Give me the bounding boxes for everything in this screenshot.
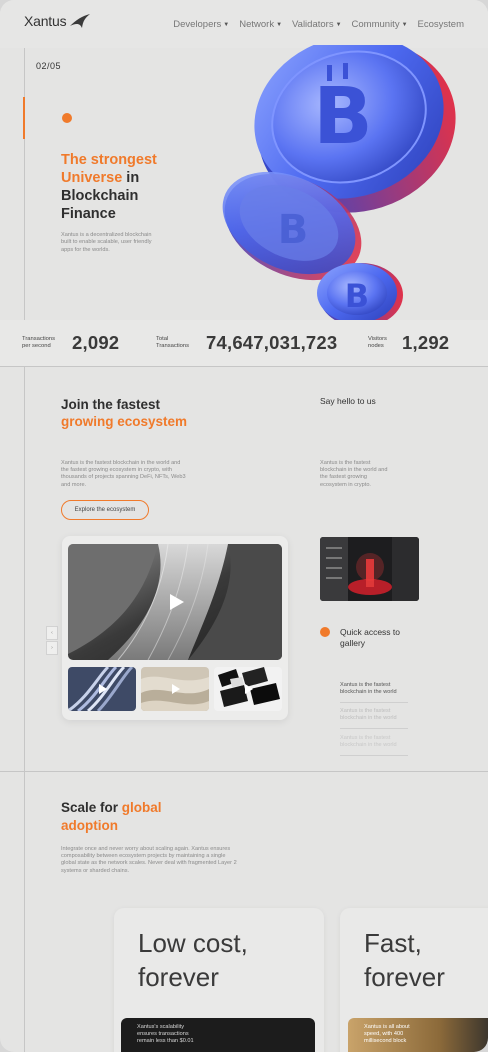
nav-validators[interactable]: Validators ▼ bbox=[292, 19, 342, 30]
caret-down-icon: ▼ bbox=[276, 21, 283, 28]
left-guide-line bbox=[24, 366, 25, 1052]
nav-network[interactable]: Network ▼ bbox=[239, 19, 282, 30]
nav-developers-label: Developers bbox=[173, 19, 222, 30]
divider bbox=[0, 771, 488, 772]
stat-label: Total Transactions bbox=[156, 336, 189, 349]
gallery-list-item[interactable]: Xantus is the fastest blockchain in the … bbox=[340, 708, 408, 729]
nav-developers[interactable]: Developers ▼ bbox=[173, 19, 229, 30]
stat-tps: Transactions per second 2,092 bbox=[22, 320, 119, 366]
logo-swoosh-icon bbox=[70, 14, 91, 28]
gallery-list-item[interactable]: Xantus is the fastest blockchain in the … bbox=[340, 682, 408, 703]
ecosystem-title: Join the fastest growing ecosystem bbox=[61, 396, 211, 430]
stat-value: 1,292 bbox=[402, 332, 450, 353]
feature-text: Xantus is all about speed, with 400 mill… bbox=[364, 1024, 410, 1044]
say-hello-description: Xantus is the fastest blockchain in the … bbox=[320, 460, 388, 488]
main-nav: Developers ▼ Network ▼ Validators ▼ Comm… bbox=[173, 19, 464, 30]
quick-access-gallery-link[interactable]: Quick access to gallery bbox=[340, 627, 410, 648]
chevron-right-icon: › bbox=[51, 645, 53, 651]
explore-ecosystem-button[interactable]: Explore the ecosystem bbox=[61, 500, 149, 520]
stat-visitor-nodes: Visitors nodes 1,292 bbox=[368, 320, 449, 366]
nav-community-label: Community bbox=[351, 19, 400, 30]
divider bbox=[0, 366, 488, 367]
ecosystem-title-accent: growing ecosystem bbox=[61, 414, 188, 429]
video-thumbnail[interactable] bbox=[68, 667, 136, 711]
left-guide-line bbox=[24, 48, 25, 320]
gallery-prev-button[interactable]: ‹ bbox=[46, 626, 58, 640]
stat-value: 2,092 bbox=[72, 332, 120, 353]
active-slide-indicator bbox=[23, 97, 25, 139]
svg-text:B: B bbox=[278, 207, 309, 253]
bitcoin-coins-illustration: B B B bbox=[222, 45, 456, 321]
feature-title: Fast, forever bbox=[364, 928, 445, 992]
scale-description: Integrate once and never worry about sca… bbox=[61, 846, 237, 874]
nav-validators-label: Validators bbox=[292, 19, 334, 30]
svg-text:B: B bbox=[313, 72, 372, 162]
feature-title: Low cost, forever bbox=[138, 928, 248, 992]
hero-description: Xantus is a decentralized blockchain bui… bbox=[61, 232, 152, 253]
caret-down-icon: ▼ bbox=[223, 21, 230, 28]
video-thumbnail[interactable] bbox=[141, 667, 209, 711]
nav-community[interactable]: Community ▼ bbox=[352, 19, 408, 30]
scale-title: Scale for global adoption bbox=[61, 799, 221, 835]
play-icon bbox=[245, 684, 253, 694]
say-hello-title: Say hello to us bbox=[320, 396, 376, 406]
stat-total-transactions: Total Transactions 74,647,031,723 bbox=[156, 320, 337, 366]
stat-label: Transactions per second bbox=[22, 336, 55, 349]
feature-card-low-cost: Low cost, forever Xantus's scalability e… bbox=[114, 908, 324, 1052]
chevron-left-icon: ‹ bbox=[51, 630, 53, 636]
landing-page: Xantus Developers ▼ Network ▼ Validators… bbox=[0, 0, 488, 1052]
gallery-arrows: ‹ › bbox=[46, 626, 58, 656]
caret-down-icon: ▼ bbox=[401, 21, 408, 28]
scale-title-plain: Scale for bbox=[61, 800, 122, 815]
feature-card-fast: Fast, forever Xantus is all about speed,… bbox=[340, 908, 488, 1052]
caret-down-icon: ▼ bbox=[335, 21, 342, 28]
logo-text: Xantus bbox=[24, 13, 67, 29]
video-thumbnail[interactable] bbox=[214, 667, 282, 711]
accent-dot bbox=[62, 113, 72, 123]
gallery-next-button[interactable]: › bbox=[46, 641, 58, 655]
stat-label: Visitors nodes bbox=[368, 336, 387, 349]
ecosystem-description: Xantus is the fastest blockchain in the … bbox=[61, 460, 186, 488]
hero-title: The strongest Universe in Blockchain Fin… bbox=[61, 151, 191, 223]
svg-text:B: B bbox=[345, 277, 369, 315]
feature-media: Xantus's scalability ensures transaction… bbox=[121, 1018, 315, 1052]
nav-ecosystem[interactable]: Ecosystem bbox=[418, 19, 464, 30]
accent-dot bbox=[320, 627, 330, 637]
bitcoin-coin-small: B bbox=[317, 263, 403, 321]
feature-text: Xantus's scalability ensures transaction… bbox=[137, 1024, 194, 1044]
gallery-list-item[interactable]: Xantus is the fastest blockchain in the … bbox=[340, 735, 408, 756]
slide-counter: 02/05 bbox=[36, 61, 62, 71]
top-header: Xantus Developers ▼ Network ▼ Validators… bbox=[0, 0, 488, 48]
gallery-preview-image[interactable] bbox=[320, 537, 419, 601]
logo[interactable]: Xantus bbox=[24, 12, 92, 30]
nav-network-label: Network bbox=[239, 19, 275, 30]
hero-title-accent: The strongest Universe bbox=[61, 152, 157, 186]
feature-media: Xantus is all about speed, with 400 mill… bbox=[348, 1018, 488, 1052]
main-video-player[interactable] bbox=[68, 544, 282, 660]
play-icon bbox=[99, 684, 107, 694]
red-light-interior-photo bbox=[320, 537, 419, 601]
stats-band: Transactions per second 2,092 Total Tran… bbox=[0, 320, 488, 366]
ecosystem-title-plain: Join the fastest bbox=[61, 397, 161, 412]
play-icon bbox=[172, 684, 180, 694]
stat-value: 74,647,031,723 bbox=[206, 332, 338, 353]
play-icon bbox=[170, 594, 184, 610]
video-gallery-card bbox=[62, 536, 288, 720]
nav-ecosystem-label: Ecosystem bbox=[417, 19, 464, 30]
